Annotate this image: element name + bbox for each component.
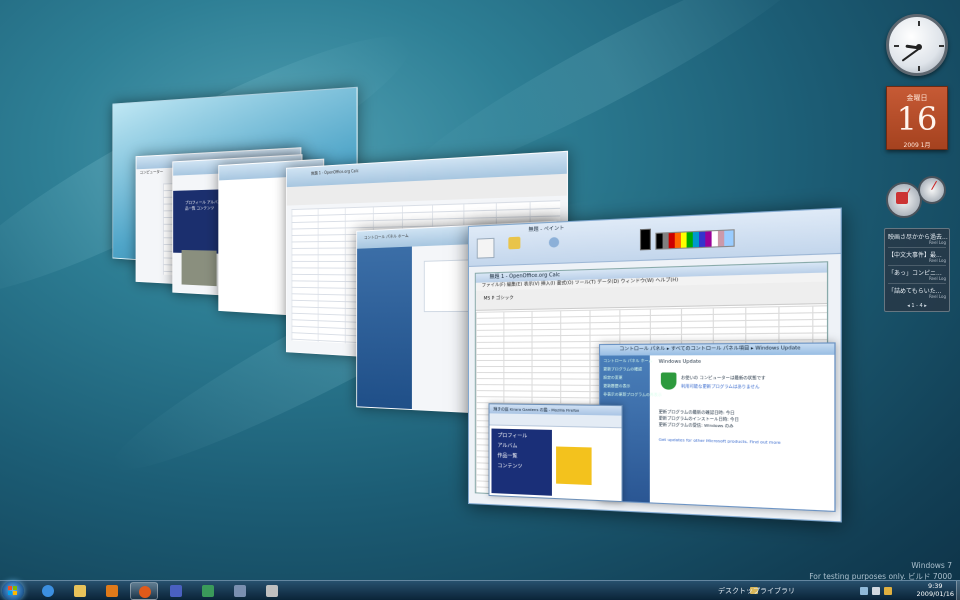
calc-icon — [202, 585, 214, 597]
taskbar-button[interactable] — [258, 582, 286, 600]
feed-headlines-gadget[interactable]: 映画さ尽かから過去... Reel Log 【中文大事件】最... Reel L… — [884, 228, 950, 312]
volume-icon[interactable] — [872, 587, 880, 595]
firefox-window[interactable]: 輝きの庭 Kirara Gardens の鑑 - Mozilla Firefox… — [489, 403, 623, 502]
color-1-swatch[interactable] — [640, 229, 651, 251]
clock-tick — [918, 21, 920, 26]
feed-source: Reel Log — [929, 276, 946, 281]
site-banner[interactable] — [556, 446, 592, 485]
taskbar-button[interactable] — [194, 582, 222, 600]
feed-source: Reel Log — [929, 240, 946, 245]
taskbar: デスクトップ ライブラリ 9:39 2009/01/16 — [0, 580, 960, 600]
feed-source: Reel Log — [929, 258, 946, 263]
windows-explorer-icon — [74, 585, 86, 597]
app-icon-game — [170, 585, 182, 597]
cp-line: 更新プログラムの受信: Windows のみ — [659, 422, 734, 430]
feed-pager[interactable]: ◂ 1 - 4 ▸ — [885, 303, 949, 309]
cp-nav-item[interactable]: 更新履歴の表示 — [600, 381, 650, 390]
paste-icon[interactable] — [477, 238, 495, 259]
cp-main: Windows Update お使いの コンピューターは最新の状態です 利用可能… — [654, 359, 829, 506]
show-desktop-button[interactable] — [956, 581, 960, 600]
taskbar-button[interactable] — [226, 582, 254, 600]
feed-source: Reel Log — [929, 294, 946, 299]
feed-divider — [888, 283, 946, 284]
calendar-gadget[interactable]: 金曜日 16 2009 1月 — [886, 86, 948, 150]
site-nav: プロフィール アルバム 作品一覧 コンテンツ — [491, 429, 551, 496]
notification-area: 9:39 2009/01/16 — [846, 581, 960, 600]
shield-icon — [661, 372, 677, 389]
firefox-icon — [139, 586, 151, 598]
calendar-month: 2009 1月 — [887, 140, 947, 149]
site-nav-item[interactable]: プロフィール — [491, 429, 551, 441]
paint-icon — [266, 585, 278, 597]
control-panel-window[interactable]: コントロール パネル ▸ すべてのコントロール パネル項目 ▸ Windows … — [599, 342, 836, 512]
windows-logo-icon — [13, 586, 17, 590]
site-nav-item[interactable]: コンテンツ — [491, 459, 551, 471]
clock-gadget[interactable] — [886, 14, 948, 76]
windows-logo-icon — [8, 586, 12, 590]
feed-divider — [888, 265, 946, 266]
font-name-box[interactable]: MS P ゴシック — [484, 295, 514, 302]
clock-pin — [916, 44, 922, 50]
control-panel-icon — [234, 585, 246, 597]
clock-tick — [918, 66, 920, 71]
cp-line: 利用可能な更新プログラムはありません — [681, 383, 759, 390]
flip-window-front[interactable]: 無題 - ペイント 無題 1 - OpenOffice.org Calc ファイ… — [468, 207, 842, 522]
select-icon[interactable] — [508, 237, 520, 250]
taskbar-button[interactable] — [130, 582, 158, 600]
tray-date: 2009/01/16 — [917, 590, 954, 598]
network-icon[interactable] — [860, 587, 868, 595]
build-watermark: Windows 7 For testing purposes only. ビルド… — [809, 560, 952, 580]
windows-logo-icon — [13, 591, 17, 595]
feed-divider — [888, 247, 946, 248]
cpu-meter-gadget[interactable] — [884, 176, 950, 220]
desktop-toolbar[interactable]: デスクトップ — [718, 586, 760, 596]
clock-tick — [939, 45, 944, 47]
cp-nav-item[interactable]: 更新プログラムの確認 — [600, 364, 650, 373]
color-palette[interactable] — [655, 229, 734, 250]
watermark-os: Windows 7 — [809, 560, 952, 571]
media-player-icon — [106, 585, 118, 597]
cp-status: お使いの コンピューターは最新の状態です — [681, 375, 766, 382]
cp-nav-item[interactable]: 非表示の更新プログラムの再表示 — [600, 389, 650, 398]
action-center-icon[interactable] — [884, 587, 892, 595]
brush-icon[interactable] — [549, 237, 559, 248]
meter-icon — [896, 192, 908, 204]
cp-address: コントロール パネル ▸ すべてのコントロール パネル項目 ▸ Windows … — [600, 344, 834, 356]
taskbar-button[interactable] — [66, 582, 94, 600]
calendar-day: 16 — [887, 101, 947, 137]
memory-dial — [918, 176, 946, 204]
taskbar-button[interactable] — [34, 582, 62, 600]
start-button[interactable] — [2, 581, 24, 600]
watermark-build: For testing purposes only. ビルド 7000 — [809, 571, 952, 580]
site-photo — [182, 250, 217, 286]
memory-needle — [931, 181, 937, 190]
cp-nav-item[interactable]: コントロール パネル ホーム — [600, 355, 650, 364]
cp-heading: Windows Update — [659, 360, 701, 365]
desktop: コンピューター プロフィール アルバム 作品一覧 コンテンツ 無題 1 - Op… — [0, 0, 960, 580]
cp-link[interactable]: Get updates for other Microsoft products… — [659, 437, 781, 445]
windows-logo-icon — [8, 591, 12, 595]
cp-nav-item[interactable]: 設定の変更 — [600, 372, 650, 381]
flip-window-label: コンピューター — [140, 169, 163, 176]
taskbar-button[interactable] — [98, 582, 126, 600]
taskbar-button[interactable] — [162, 582, 190, 600]
tray-time: 9:39 — [917, 582, 954, 590]
clock-tick — [894, 45, 899, 47]
tray-clock[interactable]: 9:39 2009/01/16 — [917, 582, 954, 598]
library-toolbar[interactable]: ライブラリ — [760, 586, 795, 596]
firefox-toolbar[interactable] — [490, 413, 622, 428]
window-title: 無題 - ペイント — [528, 224, 564, 233]
internet-explorer-icon — [42, 585, 54, 597]
